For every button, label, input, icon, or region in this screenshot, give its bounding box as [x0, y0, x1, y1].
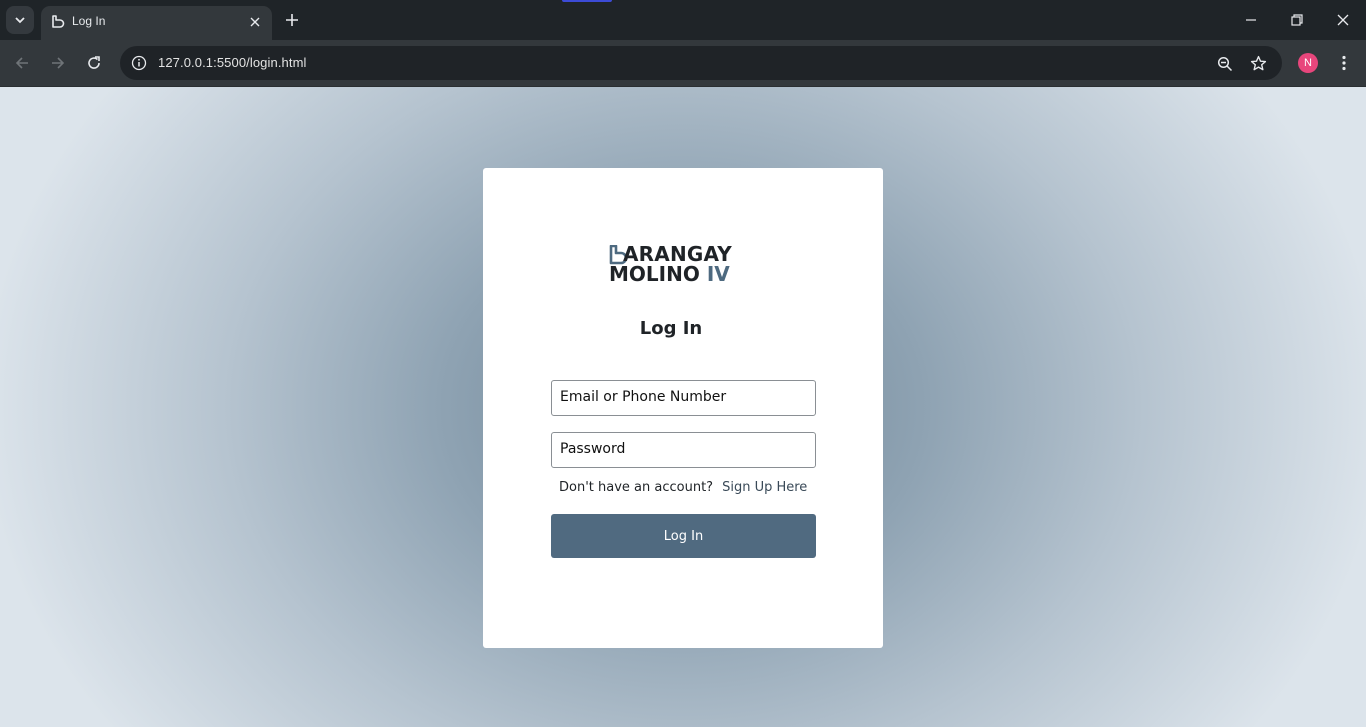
tab-close-button[interactable] [246, 13, 264, 31]
zoom-button[interactable] [1214, 53, 1236, 75]
email-placeholder: Email or Phone Number [560, 389, 727, 405]
logo-line-2: MOLINO IV [609, 264, 730, 284]
heart-outline-icon [52, 15, 65, 28]
arrow-right-icon [52, 57, 65, 69]
restore-button[interactable] [1274, 0, 1320, 40]
password-field[interactable]: Password [551, 432, 816, 468]
tab-strip: Log In [0, 0, 1366, 40]
barangay-logo: ARANGAY MOLINO IV [609, 244, 744, 288]
close-icon [1337, 14, 1349, 26]
tab-title: Log In [72, 14, 106, 28]
url-text[interactable]: 127.0.0.1:5500/login.html [158, 55, 307, 70]
login-button[interactable]: Log In [551, 514, 816, 558]
new-tab-button[interactable] [281, 9, 303, 31]
zoom-out-icon [1217, 56, 1233, 72]
address-bar[interactable]: 127.0.0.1:5500/login.html [120, 46, 1282, 80]
logo-text-bottom: MOLINO [609, 262, 700, 286]
logo-line-1: ARANGAY [609, 244, 732, 264]
signup-link[interactable]: Sign Up Here [722, 480, 807, 495]
page-title: Log In [639, 318, 703, 339]
arrow-left-icon [15, 57, 28, 69]
signup-row: Don't have an account? Sign Up Here [559, 480, 807, 495]
tab-search-button[interactable] [6, 6, 34, 34]
reload-button[interactable] [81, 50, 107, 76]
signup-prompt: Don't have an account? [559, 480, 714, 495]
logo-roman-numeral: IV [706, 262, 730, 286]
browser-menu-button[interactable] [1333, 52, 1355, 74]
reload-icon [88, 56, 100, 69]
restore-icon [1291, 14, 1303, 26]
site-info-button[interactable] [128, 52, 150, 74]
chevron-down-icon [15, 17, 25, 24]
more-vert-icon [1342, 55, 1346, 71]
bookmark-button[interactable] [1247, 52, 1269, 74]
browser-tab[interactable]: Log In [41, 6, 272, 40]
browser-toolbar: 127.0.0.1:5500/login.html N [0, 40, 1366, 87]
password-placeholder: Password [560, 441, 626, 457]
info-icon [131, 55, 147, 71]
close-window-button[interactable] [1320, 0, 1366, 40]
minimize-icon [1246, 19, 1256, 21]
tab-group-indicator [562, 0, 612, 2]
close-icon [250, 17, 260, 27]
star-icon [1250, 55, 1266, 70]
plus-icon [286, 14, 298, 26]
back-button[interactable] [9, 50, 35, 76]
forward-button[interactable] [45, 50, 71, 76]
login-card: ARANGAY MOLINO IV Log In Email or Phone … [483, 168, 883, 648]
page-viewport: ARANGAY MOLINO IV Log In Email or Phone … [0, 87, 1366, 727]
email-field[interactable]: Email or Phone Number [551, 380, 816, 416]
minimize-button[interactable] [1228, 0, 1274, 40]
profile-avatar[interactable]: N [1298, 53, 1318, 73]
